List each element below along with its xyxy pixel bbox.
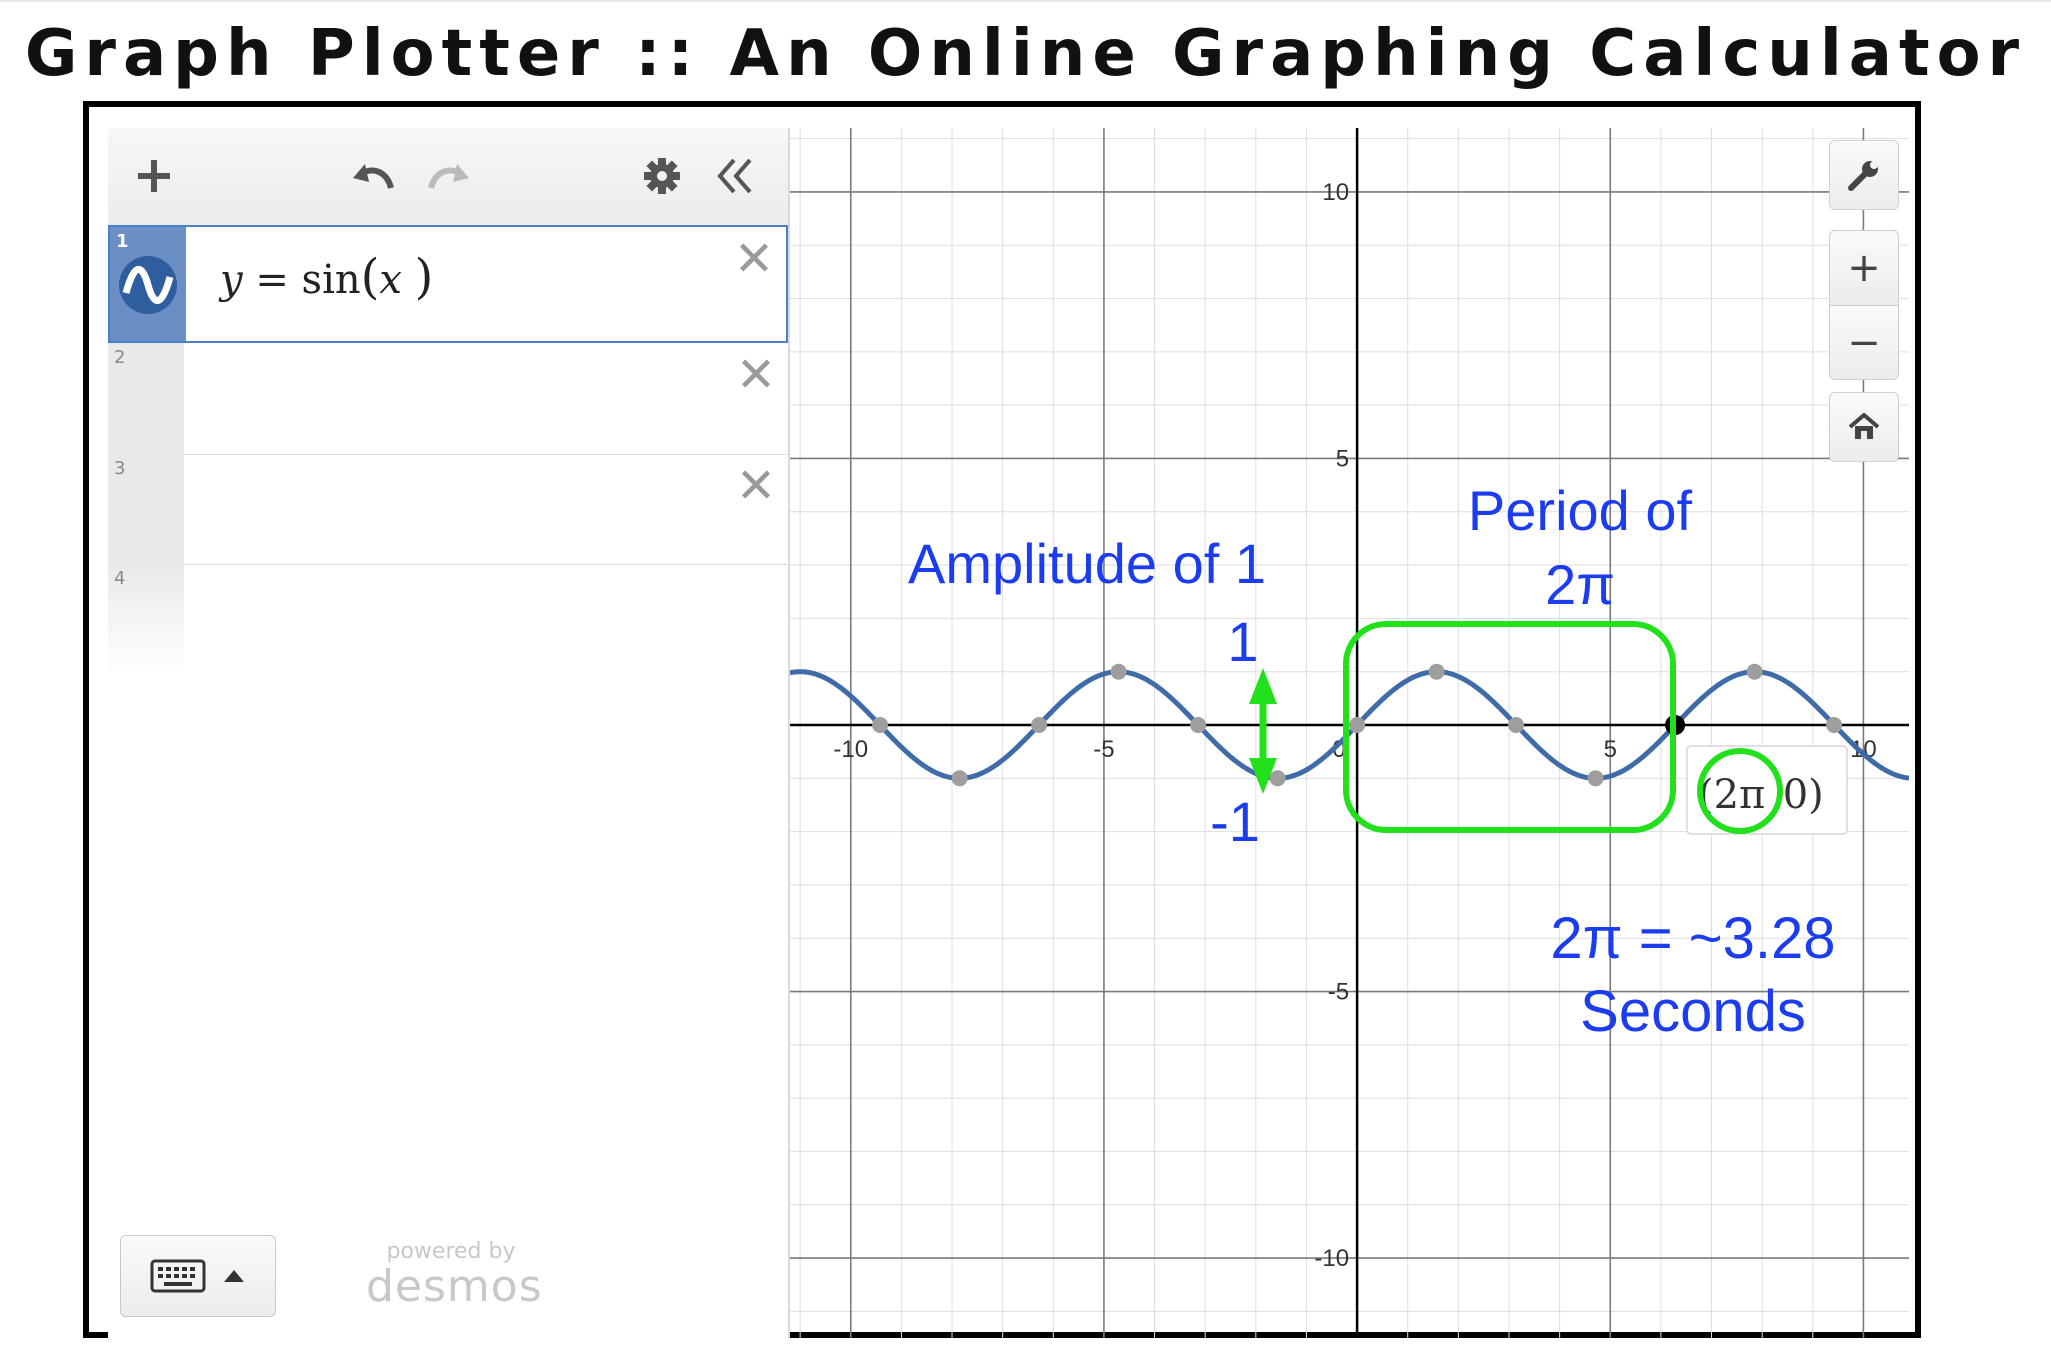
powered-by-logo: powered by desmos: [366, 1240, 543, 1312]
expression-row-4[interactable]: [184, 564, 788, 674]
expression-toolbar: [108, 128, 788, 226]
expression-gutter: 3: [108, 454, 184, 564]
graph-point: [1508, 717, 1525, 734]
graph-point: [1826, 717, 1843, 734]
amplitude-label: Amplitude of 1: [908, 532, 1266, 595]
expression-number: 1: [116, 231, 129, 252]
amplitude-minus-one-label: -1: [1210, 790, 1260, 853]
graph-point: [1269, 770, 1286, 787]
delete-expression-icon[interactable]: ✕: [732, 235, 776, 283]
graph-point: [1110, 663, 1127, 680]
graph-point: [1349, 717, 1366, 734]
plus-icon[interactable]: [124, 146, 184, 206]
x-tick-label: -10: [833, 736, 868, 763]
sine-wave-icon[interactable]: [118, 255, 178, 315]
period-label-line1: Period of: [1468, 479, 1693, 542]
expression-gutter-fade: 4: [108, 564, 184, 674]
graph-point: [1428, 663, 1445, 680]
graph-point: [951, 770, 968, 787]
delete-expression-icon[interactable]: ✕: [734, 462, 778, 510]
graph-point: [1587, 770, 1604, 787]
period-approx-line1: 2π = ~3.28: [1550, 906, 1835, 971]
graph-point: [1746, 663, 1763, 680]
zoom-out-button[interactable]: −: [1829, 305, 1899, 380]
y-tick-label: 10: [1322, 179, 1349, 206]
undo-icon[interactable]: [344, 146, 404, 206]
expression-row-2[interactable]: 2 ✕: [108, 343, 788, 455]
expression-func: = sin: [242, 257, 361, 303]
gear-icon[interactable]: [632, 146, 692, 206]
graph-point: [1190, 717, 1207, 734]
x-tick-label: -5: [1093, 736, 1114, 763]
period-label-line2: 2π: [1545, 553, 1615, 616]
page-title: Graph Plotter :: An Online Graphing Calc…: [24, 17, 2027, 91]
expression-number: 3: [114, 458, 126, 479]
redo-icon[interactable]: [418, 146, 478, 206]
expression-y: y: [220, 257, 243, 303]
expression-number: 4: [114, 568, 126, 589]
expression-gutter: 1: [110, 227, 186, 341]
amplitude-plus-one-label: 1: [1227, 610, 1258, 673]
desmos-wordmark: desmos: [366, 1261, 543, 1312]
top-rule: [0, 0, 2051, 7]
expression-x: x: [379, 257, 402, 303]
period-approx-line2: Seconds: [1580, 979, 1806, 1044]
expression-row-1[interactable]: 1 y = sin(x ) ✕: [108, 225, 788, 343]
keyboard-toggle-button[interactable]: [120, 1235, 276, 1317]
keyboard-icon: [150, 1259, 206, 1293]
graph-point: [1031, 717, 1048, 734]
point-label-tooltip[interactable]: (2π ,0): [1686, 745, 1848, 835]
expression-number: 2: [114, 347, 126, 368]
expression-gutter: 2: [108, 343, 184, 454]
y-tick-label: 5: [1336, 445, 1349, 472]
graph-canvas[interactable]: -10 -5 0 5 10105-5-10 Amplitude of 1 1 -1 Pe…: [790, 128, 1909, 1338]
y-tick-label: -10: [1314, 1245, 1349, 1272]
wrench-icon[interactable]: [1829, 140, 1899, 210]
graph-point: [872, 717, 889, 734]
expression-latex[interactable]: y = sin(x ): [220, 249, 433, 305]
graph-area[interactable]: -10 -5 0 5 10 10 5 -5 -10 Amplitude of 1 1 -1 Pe…: [790, 128, 1909, 1338]
delete-expression-icon[interactable]: ✕: [734, 351, 778, 399]
home-icon[interactable]: [1829, 392, 1899, 462]
y-tick-label: -5: [1328, 979, 1349, 1006]
double-chevron-left-icon[interactable]: [706, 146, 766, 206]
caret-up-icon: [224, 1270, 244, 1282]
expression-row-3[interactable]: 3 ✕: [108, 454, 788, 565]
x-tick-label: 5: [1604, 736, 1617, 763]
zoom-in-button[interactable]: +: [1829, 230, 1899, 305]
expression-panel: 1 y = sin(x ) ✕ 2 ✕ 3 ✕ 4 powered by des…: [108, 128, 790, 1338]
